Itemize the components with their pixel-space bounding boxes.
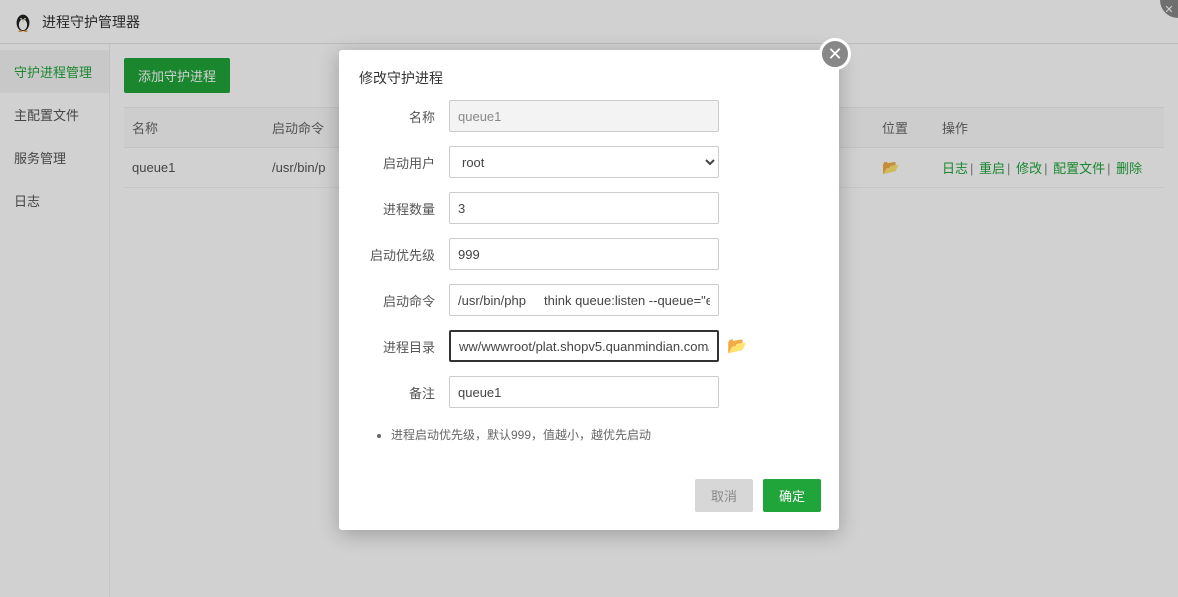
browse-folder-icon[interactable]: 📂 (727, 336, 747, 356)
label-priority: 启动优先级 (359, 245, 449, 264)
label-name: 名称 (359, 107, 449, 126)
count-input[interactable] (449, 192, 719, 224)
remark-input[interactable] (449, 376, 719, 408)
note-item: 进程启动优先级，默认999，值越小，越优先启动 (391, 426, 819, 443)
cancel-button[interactable]: 取消 (695, 479, 753, 512)
modal-overlay[interactable]: ✕ 修改守护进程 名称 启动用户 root 进程数量 启动优先级 (0, 0, 1178, 597)
modal-close-button[interactable]: ✕ (819, 38, 851, 70)
modal-title: 修改守护进程 (339, 50, 839, 100)
user-select[interactable]: root (449, 146, 719, 178)
dir-input[interactable] (449, 330, 719, 362)
modal-footer: 取消 确定 (339, 469, 839, 530)
name-input[interactable] (449, 100, 719, 132)
label-user: 启动用户 (359, 153, 449, 172)
priority-input[interactable] (449, 238, 719, 270)
cmd-input[interactable] (449, 284, 719, 316)
notes: 进程启动优先级，默认999，值越小，越优先启动 (359, 422, 819, 459)
form: 名称 启动用户 root 进程数量 启动优先级 启动命令 (339, 100, 839, 469)
edit-process-modal: ✕ 修改守护进程 名称 启动用户 root 进程数量 启动优先级 (339, 50, 839, 530)
label-cmd: 启动命令 (359, 291, 449, 310)
close-icon: ✕ (827, 44, 842, 65)
confirm-button[interactable]: 确定 (763, 479, 821, 512)
label-remark: 备注 (359, 383, 449, 402)
label-count: 进程数量 (359, 199, 449, 218)
label-dir: 进程目录 (359, 337, 449, 356)
